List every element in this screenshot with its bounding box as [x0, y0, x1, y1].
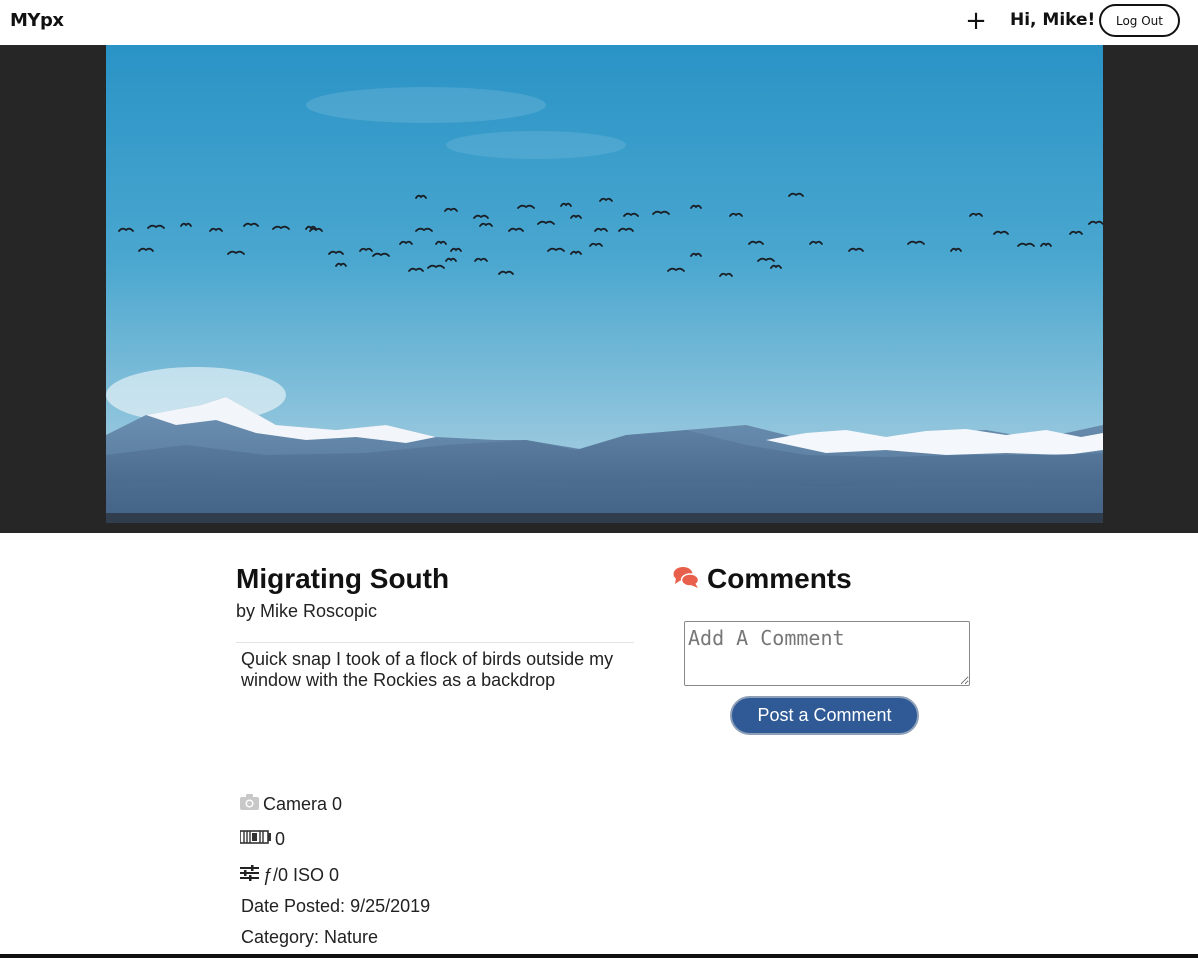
comments-icon [673, 566, 700, 593]
photo-description: Quick snap I took of a flock of birds ou… [241, 649, 614, 690]
site-logo[interactable]: MYpx [10, 10, 64, 31]
user-greeting: Hi, Mike! [1010, 10, 1096, 30]
photo-stage [0, 45, 1198, 533]
comment-input[interactable] [684, 621, 970, 686]
camera-row: Camera 0 [240, 794, 342, 815]
bottom-border [0, 954, 1198, 958]
logout-button[interactable]: Log Out [1099, 4, 1180, 37]
comments-title: Comments [707, 563, 852, 594]
settings-row: ƒ/0 ISO 0 [240, 865, 339, 886]
top-nav: MYpx + Hi, Mike! Log Out [0, 0, 1198, 45]
camera-value: Camera 0 [263, 794, 343, 814]
date-posted: Date Posted: 9/25/2019 [241, 896, 431, 916]
exposure-settings: ƒ/0 ISO 0 [263, 865, 340, 885]
sliders-icon [240, 865, 259, 886]
photo-category: Category: Nature [241, 927, 379, 947]
add-photo-button[interactable]: + [964, 6, 988, 36]
lens-value: 0 [275, 829, 286, 849]
camera-icon [240, 794, 259, 815]
details-divider [236, 642, 634, 643]
comments-header: Comments [673, 563, 852, 595]
photo-title: Migrating South [236, 563, 450, 594]
post-comment-button[interactable]: Post a Comment [730, 696, 919, 735]
main-photo [106, 45, 1103, 523]
lens-row: 0 [239, 829, 286, 850]
lens-icon [239, 829, 271, 850]
photo-author: by Mike Roscopic [236, 601, 378, 621]
